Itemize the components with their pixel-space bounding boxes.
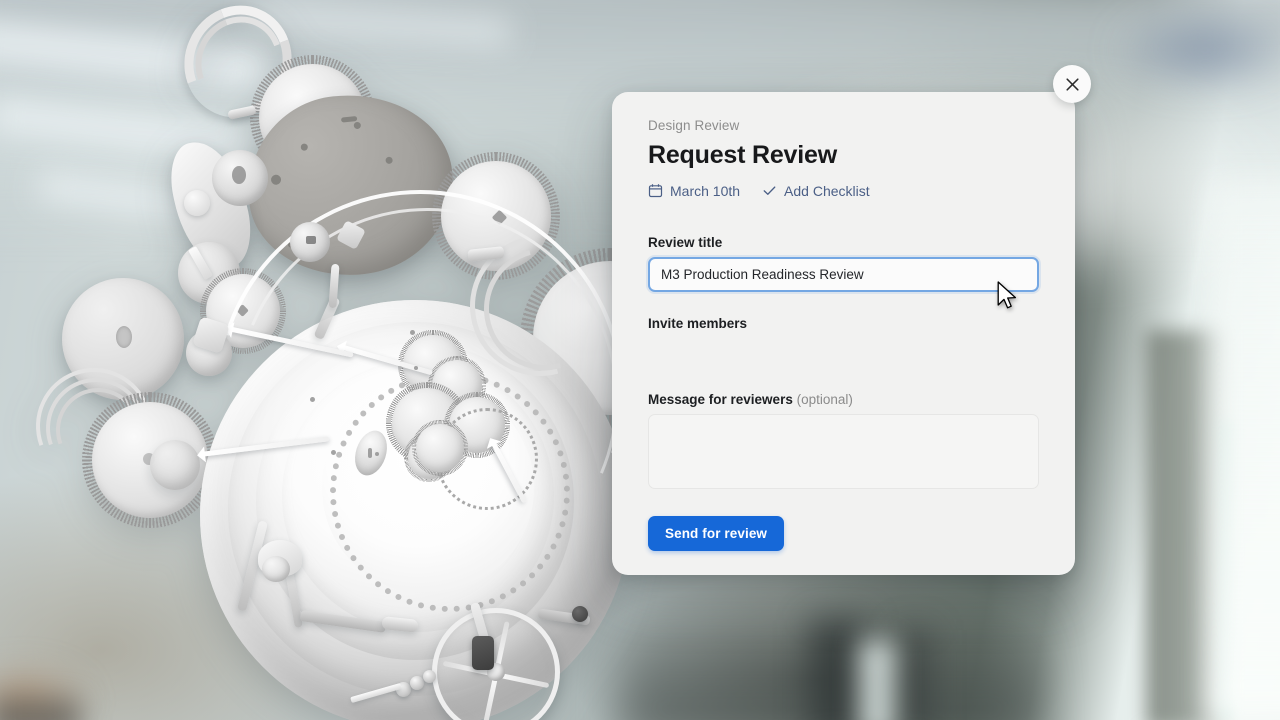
invite-members-label: Invite members [648,315,748,331]
check-icon [762,183,777,198]
invite-members-area[interactable] [648,338,1039,378]
breadcrumb: Design Review [648,118,740,133]
monitor-silhouette [900,630,930,720]
small-boss [184,190,210,216]
disk-hole [116,326,132,348]
face-dot [375,452,379,456]
bolt [410,676,424,690]
bolt [423,670,436,683]
face-dot [331,450,336,455]
clock-mechanism-render [0,0,700,720]
boss-slot [306,236,316,244]
add-checklist-label: Add Checklist [784,182,870,199]
monitor-silhouette [810,620,865,720]
review-title-group: Review title [648,235,1039,292]
lamp-silhouette [860,640,894,720]
plate-hole [270,174,282,186]
calendar-icon [648,183,663,198]
wall [1210,180,1280,720]
message-textarea[interactable] [648,413,1039,489]
due-date-button[interactable]: March 10th [648,183,740,199]
center-gear [412,420,468,476]
add-checklist-button[interactable]: Add Checklist [762,183,870,199]
invite-members-group: Invite members [648,316,1039,378]
close-button[interactable] [1053,65,1091,103]
due-date-label: March 10th [670,182,741,199]
clamp-boss [262,556,290,582]
screen: Design Review Request Review March 10th [0,0,1280,720]
message-label-text: Message for reviewers [648,391,793,407]
meta-row: March 10th Add Checklist [648,183,1039,199]
plate-hole [353,121,362,130]
face-dot [310,397,315,402]
subdial-marker [368,448,372,458]
face-dot [410,330,415,335]
message-group: Message for reviewers (optional) [648,392,1039,494]
message-label-optional: (optional) [796,391,853,407]
close-icon [1064,76,1081,93]
bolt-head [572,606,588,622]
review-title-input[interactable] [648,256,1039,292]
dark-clamp [472,636,494,670]
request-review-dialog: Design Review Request Review March 10th [612,92,1075,575]
mechanism-hole [232,166,246,184]
plate-hole [300,143,309,151]
message-label: Message for reviewers (optional) [648,392,1039,407]
face-dot [414,366,418,370]
page-title: Request Review [648,141,837,170]
plate-hole [385,156,393,165]
review-title-label: Review title [648,234,723,250]
send-for-review-button[interactable]: Send for review [648,515,785,551]
